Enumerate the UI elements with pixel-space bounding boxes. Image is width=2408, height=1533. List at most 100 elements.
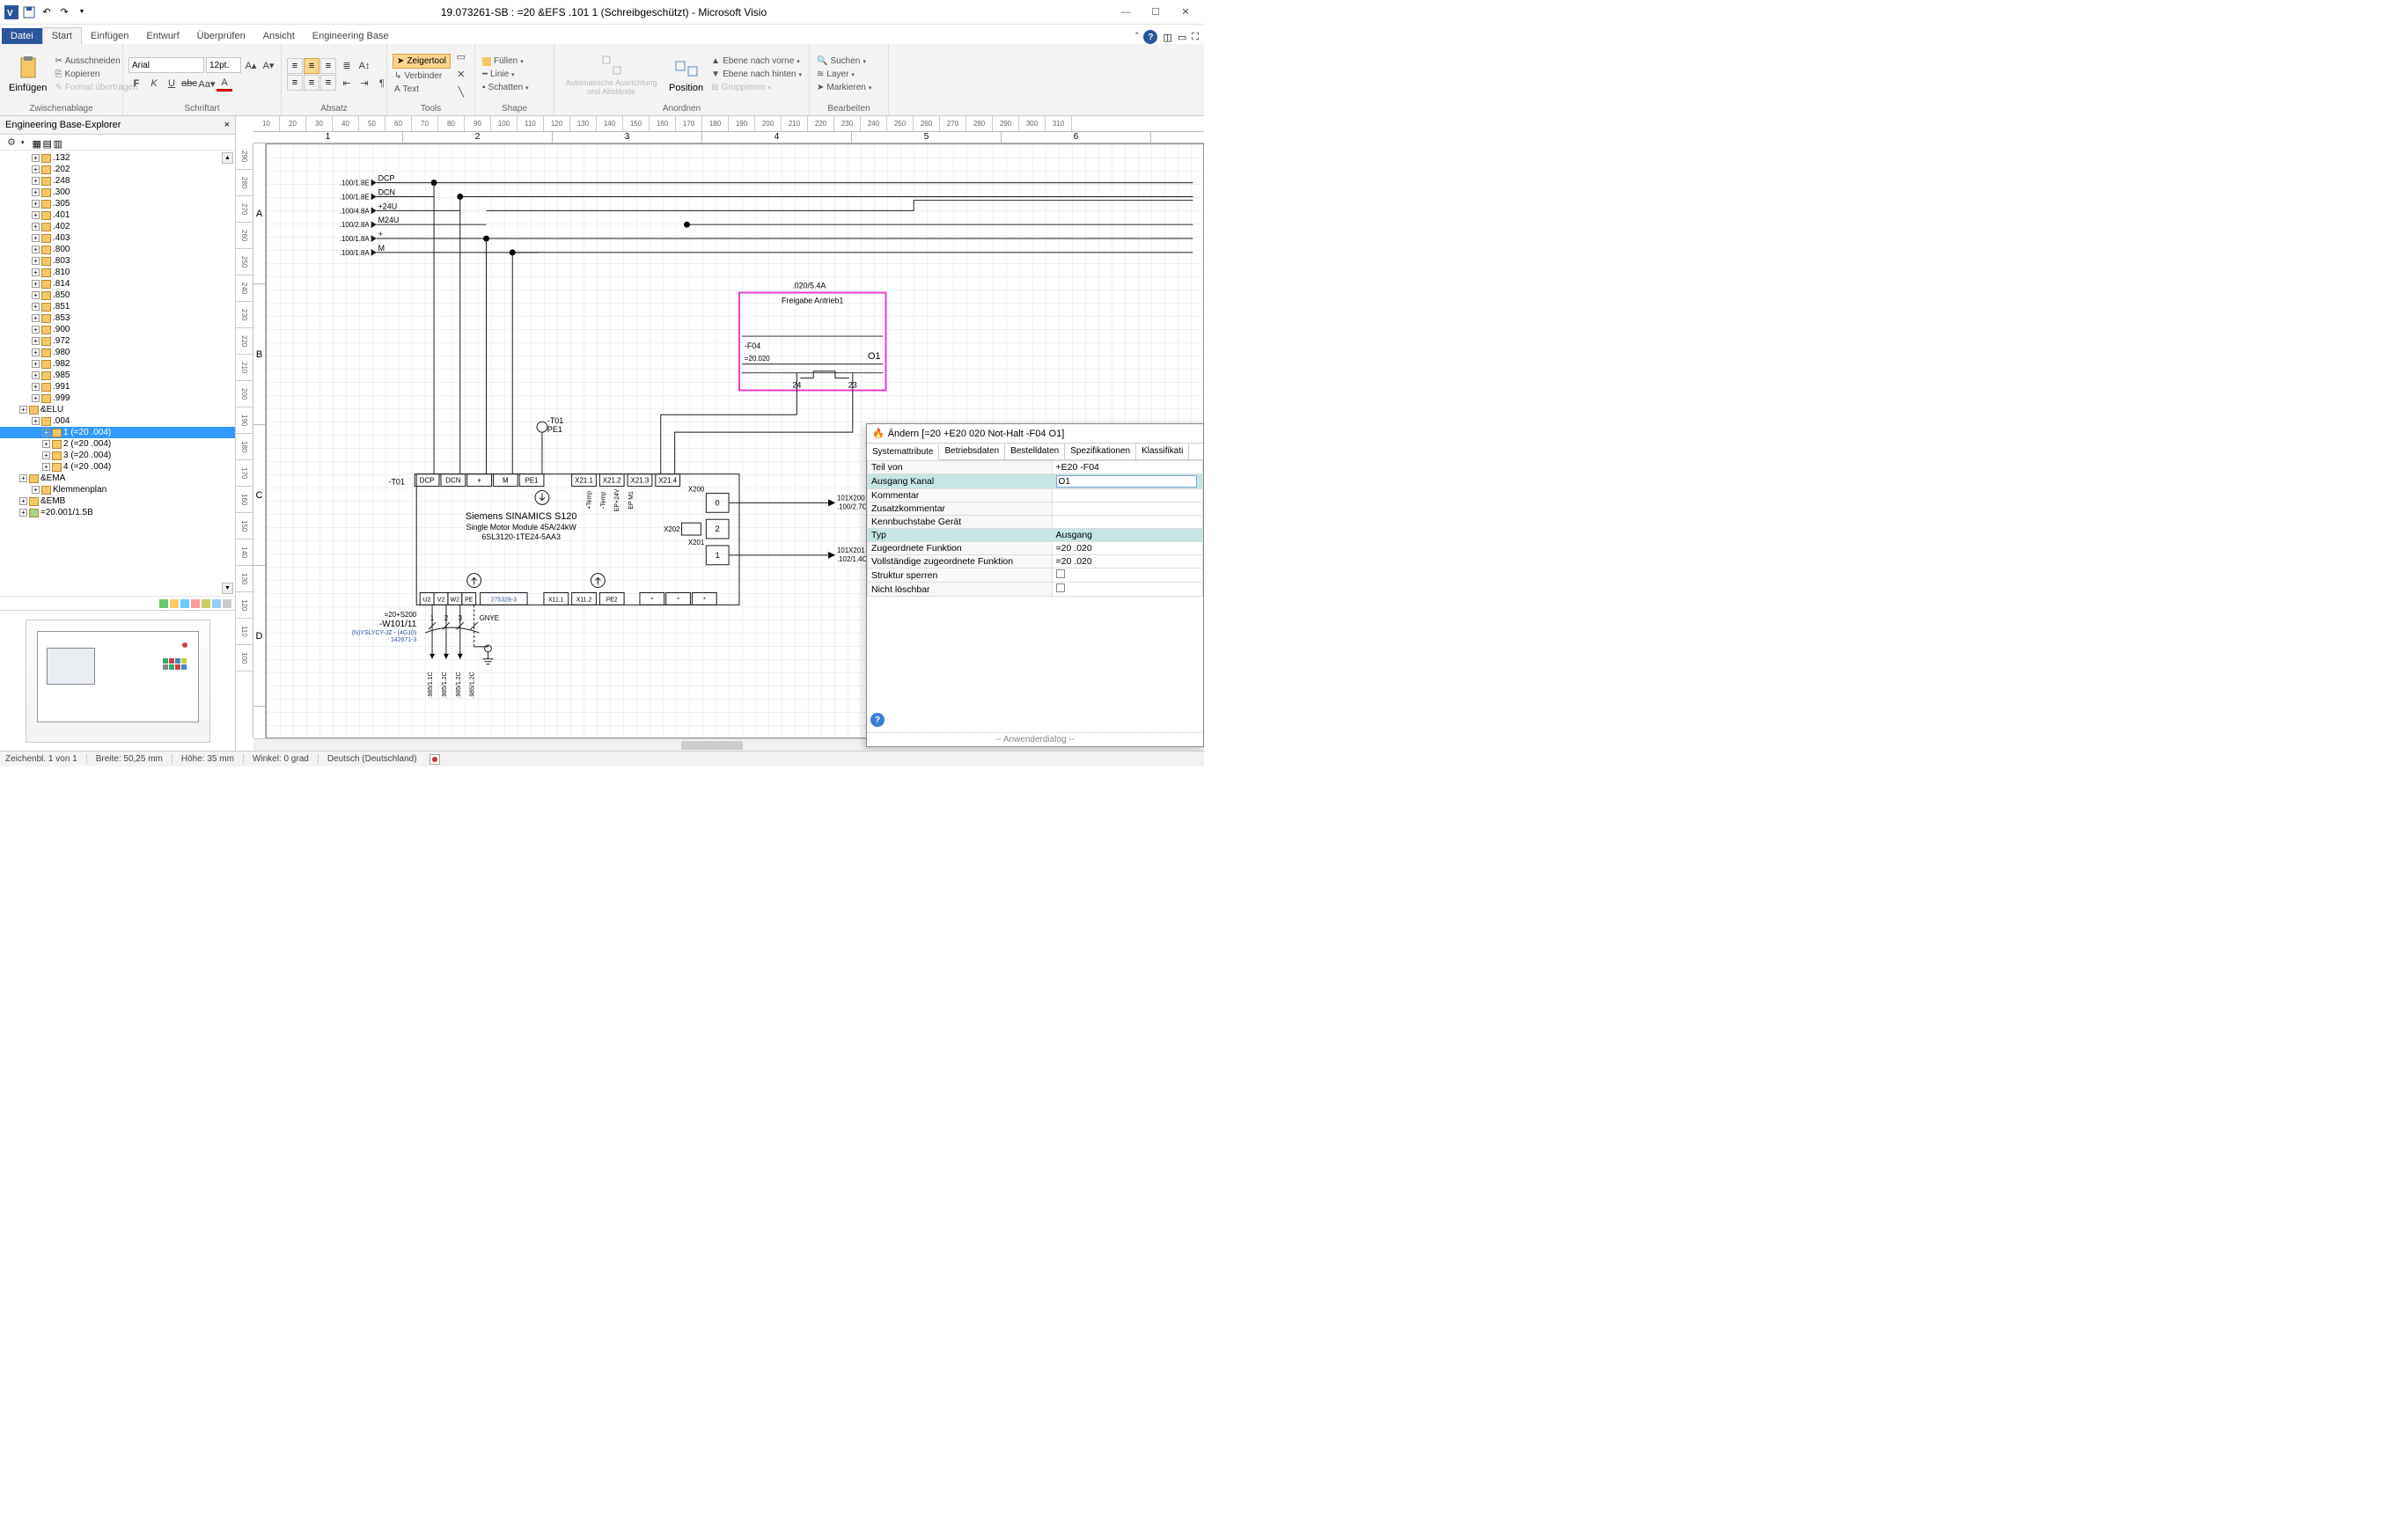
ribbon-opt2-icon[interactable]: ▭ (1178, 32, 1186, 43)
tree-item[interactable]: +.850 (0, 290, 235, 301)
tree-item[interactable]: +.004 (0, 415, 235, 427)
font-color-button[interactable]: A (217, 76, 232, 92)
tree-item[interactable]: +.401 (0, 209, 235, 221)
explorer-tree[interactable]: ▲ ▼ +.132+.202+.248+.300+.305+.401+.402+… (0, 150, 235, 596)
ftb2-icon[interactable] (170, 599, 179, 608)
qat-dropdown-icon[interactable]: ▼ (74, 4, 90, 20)
tree-item[interactable]: +.300 (0, 187, 235, 198)
tab-view[interactable]: Ansicht (254, 28, 304, 44)
explorer-tb2-icon[interactable]: ▦ (33, 138, 41, 147)
group-button[interactable]: ⊞Gruppieren▾ (709, 82, 804, 93)
connector-tool-button[interactable]: ↳Verbinder (393, 70, 451, 82)
tree-item[interactable]: +.900 (0, 324, 235, 335)
tree-item[interactable]: +&EMA (0, 473, 235, 484)
tree-item[interactable]: +.851 (0, 301, 235, 312)
maximize-button[interactable]: ☐ (1144, 4, 1167, 21)
dialog-tab[interactable]: Bestelldaten (1005, 444, 1065, 459)
tree-item[interactable]: +Klemmenplan (0, 484, 235, 495)
tree-item[interactable]: +.853 (0, 312, 235, 324)
position-button[interactable]: Position (665, 55, 707, 95)
explorer-tb3-icon[interactable]: ▤ (43, 138, 52, 147)
tree-item[interactable]: +.132 (0, 152, 235, 164)
ftb6-icon[interactable] (212, 599, 221, 608)
undo-icon[interactable]: ↶ (39, 4, 55, 20)
save-icon[interactable] (21, 4, 37, 20)
align-tr[interactable]: ≡ (320, 58, 336, 74)
send-backward-button[interactable]: ▼Ebene nach hinten▾ (709, 69, 804, 80)
underline-button[interactable]: U (164, 76, 180, 92)
explorer-close-icon[interactable]: × (224, 120, 230, 130)
tree-item[interactable]: +=20.001/1.5B (0, 507, 235, 518)
tree-item[interactable]: +.403 (0, 232, 235, 244)
properties-table[interactable]: Teil von+E20 -F04Ausgang KanalKommentarZ… (867, 460, 1203, 597)
drawing-canvas[interactable]: 1020304050607080901001101201301401501601… (236, 116, 1204, 751)
align-tl[interactable]: ≡ (287, 58, 303, 74)
layer-button[interactable]: ≋Layer▾ (815, 69, 873, 80)
text-dir-button[interactable]: A↕ (356, 58, 372, 74)
align-tc[interactable]: ≡ (304, 58, 319, 74)
fill-button[interactable]: Füllen▾ (481, 55, 531, 67)
ftb4-icon[interactable] (191, 599, 200, 608)
tab-start[interactable]: Start (42, 27, 82, 44)
tree-item[interactable]: +2 (=20 .004) (0, 438, 235, 450)
tree-item[interactable]: +.982 (0, 358, 235, 370)
tree-item[interactable]: +3 (=20 .004) (0, 450, 235, 461)
align-bl[interactable]: ≡ (287, 75, 303, 91)
font-name-combo[interactable]: Arial (128, 57, 204, 73)
tree-item[interactable]: +.305 (0, 198, 235, 209)
bullets-button[interactable]: ≣ (339, 58, 355, 74)
ausgang-kanal-input[interactable] (1056, 475, 1197, 488)
select-button[interactable]: ➤Markieren▾ (815, 82, 873, 93)
minimize-button[interactable]: — (1114, 4, 1137, 21)
tab-engineering-base[interactable]: Engineering Base (304, 28, 398, 44)
tree-item[interactable]: +.814 (0, 278, 235, 290)
redo-icon[interactable]: ↷ (56, 4, 72, 20)
align-br[interactable]: ≡ (320, 75, 336, 91)
tree-item[interactable]: +4 (=20 .004) (0, 461, 235, 473)
tab-review[interactable]: Überprüfen (188, 28, 254, 44)
tree-item[interactable]: +.999 (0, 392, 235, 404)
ribbon-opt1-icon[interactable]: ◫ (1163, 32, 1171, 43)
tree-item[interactable]: +.991 (0, 381, 235, 392)
tree-scroll-up[interactable]: ▲ (222, 152, 233, 164)
help-icon[interactable]: ? (1143, 30, 1157, 44)
bold-button[interactable]: F (128, 76, 144, 92)
ribbon-opt3-icon[interactable]: ⛶ (1192, 32, 1199, 43)
dialog-tab[interactable]: Betriebsdaten (939, 444, 1005, 459)
tree-item[interactable]: +1 (=20 .004) (0, 427, 235, 438)
close-button[interactable]: ✕ (1174, 4, 1197, 21)
explorer-tb4-icon[interactable]: ▥ (54, 138, 62, 147)
tree-item[interactable]: +&ELU (0, 404, 235, 415)
ftb7-icon[interactable] (223, 599, 231, 608)
rect-tool-icon[interactable]: ▭ (453, 49, 469, 65)
tree-item[interactable]: +.985 (0, 370, 235, 381)
dialog-tab[interactable]: Systemattribute (867, 444, 939, 460)
shadow-button[interactable]: ▪Schatten▾ (481, 82, 531, 93)
paste-button[interactable]: Einfügen (5, 55, 50, 95)
text-tool-button[interactable]: AText (393, 84, 451, 95)
ribbon-collapse-icon[interactable]: ˆ (1135, 32, 1139, 42)
line-button[interactable]: ━Linie▾ (481, 69, 531, 80)
tree-item[interactable]: +&EMB (0, 495, 235, 507)
x-tool-icon[interactable]: ✕ (453, 67, 469, 83)
tree-item[interactable]: +.402 (0, 221, 235, 232)
text-case-button[interactable]: Aa▾ (199, 76, 215, 92)
dialog-tab[interactable]: Spezifikationen (1065, 444, 1136, 459)
checkbox[interactable] (1056, 569, 1065, 578)
tree-item[interactable]: +.800 (0, 244, 235, 255)
tree-item[interactable]: +.980 (0, 347, 235, 358)
tab-insert[interactable]: Einfügen (82, 28, 137, 44)
dialog-tab[interactable]: Klassifikati (1136, 444, 1189, 459)
tab-design[interactable]: Entwurf (137, 28, 187, 44)
tree-item[interactable]: +.810 (0, 267, 235, 278)
strike-button[interactable]: abc (181, 76, 197, 92)
italic-button[interactable]: K (146, 76, 162, 92)
ftb1-icon[interactable] (159, 599, 168, 608)
explorer-tb1-icon[interactable]: ⚙ (4, 135, 19, 150)
dialog-help-icon[interactable]: ? (870, 713, 885, 727)
grow-font-icon[interactable]: A▴ (243, 57, 259, 73)
tree-item[interactable]: +.202 (0, 164, 235, 175)
ftb5-icon[interactable] (202, 599, 210, 608)
pointer-tool-button[interactable]: ➤Zeigertool (393, 54, 451, 69)
line-tool-icon[interactable]: ╲ (453, 84, 469, 100)
